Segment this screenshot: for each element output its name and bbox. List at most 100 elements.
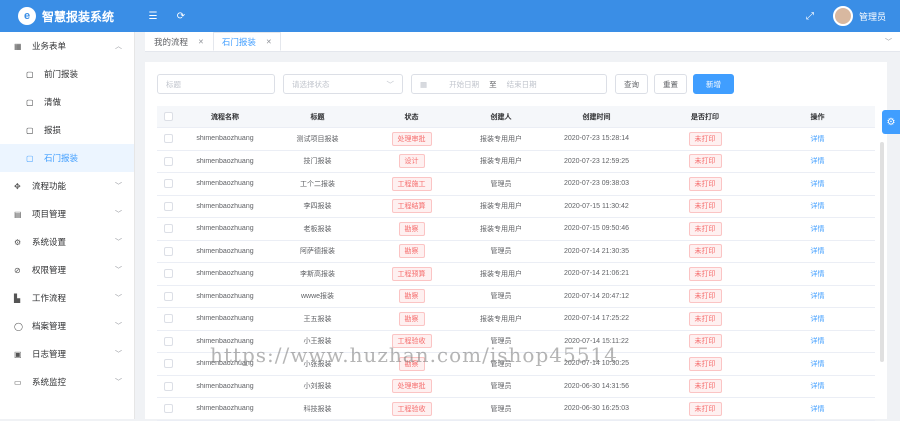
table-row[interactable]: shimenbaozhuang 李斯高报装 工程预算 报装专用用户 2020-07-14… bbox=[157, 263, 875, 286]
sidebar-item-archive[interactable]: ◯ 档案管理 ﹀ bbox=[0, 312, 134, 340]
detail-link[interactable]: 详情 bbox=[811, 271, 825, 278]
detail-link[interactable]: 详情 bbox=[811, 226, 825, 233]
row-checkbox[interactable] bbox=[157, 269, 179, 279]
sidebar-item-monitor[interactable]: ▭ 系统监控 ﹀ bbox=[0, 368, 134, 396]
menu-icon[interactable]: ☰ bbox=[146, 11, 160, 22]
detail-link[interactable]: 详情 bbox=[811, 293, 825, 300]
table-row[interactable]: shimenbaozhuang 工个二报装 工程施工 管理员 2020-07-23 09… bbox=[157, 173, 875, 196]
chevron-down-icon: ﹀ bbox=[386, 79, 395, 89]
sidebar-item-log[interactable]: ▣ 日志管理 ﹀ bbox=[0, 340, 134, 368]
select-all-checkbox[interactable] bbox=[157, 112, 179, 121]
avatar[interactable] bbox=[832, 6, 853, 26]
settings-gear-icon[interactable]: ⚙ bbox=[882, 110, 900, 134]
detail-link[interactable]: 详情 bbox=[811, 203, 825, 210]
checkbox[interactable] bbox=[163, 359, 173, 369]
created-time-cell: 2020-07-23 12:59:25 bbox=[564, 157, 629, 165]
flow-name-cell: shimenbaozhuang bbox=[196, 405, 254, 413]
operation-cell: 详情 bbox=[760, 246, 875, 256]
row-checkbox[interactable] bbox=[157, 336, 179, 346]
reset-button[interactable]: 重置 bbox=[654, 74, 687, 94]
status-badge: 勘察 bbox=[398, 221, 425, 236]
checkbox[interactable] bbox=[163, 381, 173, 391]
keyword-input[interactable]: 标题 bbox=[157, 74, 275, 94]
chevron-down-icon[interactable]: ﹀ bbox=[885, 37, 892, 47]
flow-name-cell: shimenbaozhuang bbox=[196, 315, 254, 323]
checkbox[interactable] bbox=[163, 269, 173, 279]
table-row[interactable]: shimenbaozhuang 小刘报装 处理审批 管理员 2020-06-30 14:… bbox=[157, 376, 875, 398]
table-row[interactable]: shimenbaozhuang 技门报装 设计 报装专用用户 2020-07-23 12… bbox=[157, 151, 875, 173]
table-row[interactable]: shimenbaozhuang 李四报装 工程结算 报装专用用户 2020-07-15 … bbox=[157, 196, 875, 218]
checkbox[interactable] bbox=[163, 156, 173, 166]
detail-link[interactable]: 详情 bbox=[811, 136, 825, 143]
creator-cell: 报装专用用户 bbox=[480, 135, 522, 143]
date-range-picker[interactable]: ▦ 开始日期 至 结束日期 bbox=[411, 74, 607, 94]
detail-link[interactable]: 详情 bbox=[811, 158, 825, 165]
sidebar-subitem-clear[interactable]: ▢ 清做 bbox=[0, 88, 134, 116]
table-row[interactable]: shimenbaozhuang 老板报装 勘察 报装专用用户 2020-07-15 09… bbox=[157, 218, 875, 241]
row-checkbox[interactable] bbox=[157, 179, 179, 189]
add-button[interactable]: 新增 bbox=[693, 74, 734, 94]
table-row[interactable]: shimenbaozhuang wwwe报装 勘察 管理员 2020-07-14 20:… bbox=[157, 286, 875, 308]
checkbox[interactable] bbox=[163, 336, 173, 346]
print-cell: 未打印 bbox=[650, 334, 760, 349]
detail-link[interactable]: 详情 bbox=[811, 383, 825, 390]
checkbox[interactable] bbox=[163, 246, 173, 256]
table-row[interactable]: shimenbaozhuang 阿萨德报装 勘察 管理员 2020-07-14 21:3… bbox=[157, 241, 875, 263]
table-row[interactable]: shimenbaozhuang 测试项目报装 处理审批 报装专用用户 2020-07-2… bbox=[157, 128, 875, 151]
detail-link[interactable]: 详情 bbox=[811, 406, 825, 413]
column-header: 流程名称 bbox=[211, 113, 239, 121]
row-checkbox[interactable] bbox=[157, 246, 179, 256]
checkbox[interactable] bbox=[163, 112, 173, 121]
detail-link[interactable]: 详情 bbox=[811, 248, 825, 255]
search-button[interactable]: 查询 bbox=[615, 74, 648, 94]
refresh-icon[interactable]: ⟳ bbox=[174, 11, 188, 22]
checkbox[interactable] bbox=[163, 291, 173, 301]
sidebar-subitem-damage[interactable]: ▢ 报损 bbox=[0, 116, 134, 144]
sidebar-item-flow[interactable]: ✥ 流程功能 ﹀ bbox=[0, 172, 134, 200]
sidebar-subitem-shimen[interactable]: ▢ 石门报装 bbox=[0, 144, 134, 172]
checkbox[interactable] bbox=[163, 404, 173, 414]
row-checkbox[interactable] bbox=[157, 314, 179, 324]
sidebar-item-business-forms[interactable]: ▦ 业务表单 ︿ bbox=[0, 32, 134, 60]
sidebar-item-workflow[interactable]: ▙ 工作流程 ﹀ bbox=[0, 284, 134, 312]
sidebar-subitem-label: 清做 bbox=[44, 97, 62, 107]
checkbox[interactable] bbox=[163, 201, 173, 211]
checkbox[interactable] bbox=[163, 179, 173, 189]
row-checkbox[interactable] bbox=[157, 201, 179, 211]
vertical-scrollbar[interactable] bbox=[880, 142, 884, 362]
table-row[interactable]: shimenbaozhuang 王五报装 勘察 报装专用用户 2020-07-14 17… bbox=[157, 308, 875, 331]
created-time-cell: 2020-07-14 17:25:22 bbox=[564, 315, 629, 323]
checkbox[interactable] bbox=[163, 314, 173, 324]
tab-shimen[interactable]: 石门报装 ✕ bbox=[212, 32, 281, 51]
table-row[interactable]: shimenbaozhuang 科技报装 工程验收 管理员 2020-06-30 16:… bbox=[157, 398, 875, 421]
checkbox[interactable] bbox=[163, 224, 173, 234]
row-checkbox[interactable] bbox=[157, 404, 179, 414]
status-select-placeholder: 请选择状态 bbox=[292, 79, 330, 89]
row-checkbox[interactable] bbox=[157, 134, 179, 144]
checkbox[interactable] bbox=[163, 134, 173, 144]
fullscreen-icon[interactable]: ⤢ bbox=[803, 11, 817, 22]
detail-link[interactable]: 详情 bbox=[811, 338, 825, 345]
row-checkbox[interactable] bbox=[157, 381, 179, 391]
detail-link[interactable]: 详情 bbox=[811, 181, 825, 188]
sidebar-subitem-front-door[interactable]: ▢ 前门报装 bbox=[0, 60, 134, 88]
detail-link[interactable]: 详情 bbox=[811, 316, 825, 323]
status-select[interactable]: 请选择状态 ﹀ bbox=[283, 74, 403, 94]
status-badge: 设计 bbox=[398, 154, 425, 169]
close-icon[interactable]: ✕ bbox=[198, 38, 204, 46]
sidebar-item-permission[interactable]: ⊘ 权限管理 ﹀ bbox=[0, 256, 134, 284]
sidebar-item-settings[interactable]: ⚙ 系统设置 ﹀ bbox=[0, 228, 134, 256]
user-name[interactable]: 管理员 bbox=[859, 10, 886, 23]
close-icon[interactable]: ✕ bbox=[266, 38, 272, 46]
chevron-down-icon: ﹀ bbox=[115, 239, 122, 246]
row-checkbox[interactable] bbox=[157, 224, 179, 234]
row-checkbox[interactable] bbox=[157, 359, 179, 369]
row-checkbox[interactable] bbox=[157, 156, 179, 166]
row-checkbox[interactable] bbox=[157, 291, 179, 301]
detail-link[interactable]: 详情 bbox=[811, 361, 825, 368]
tab-my-flow[interactable]: 我的流程 ✕ bbox=[145, 32, 213, 51]
sidebar-item-project[interactable]: ▤ 项目管理 ﹀ bbox=[0, 200, 134, 228]
sidebar: ▦ 业务表单 ︿ ▢ 前门报装 ▢ 清做 ▢ 报损 ▢ 石门报装 ✥ 流程功能 … bbox=[0, 32, 135, 419]
calendar-icon: ▦ bbox=[420, 79, 428, 89]
title-cell: 王五报装 bbox=[303, 315, 332, 323]
